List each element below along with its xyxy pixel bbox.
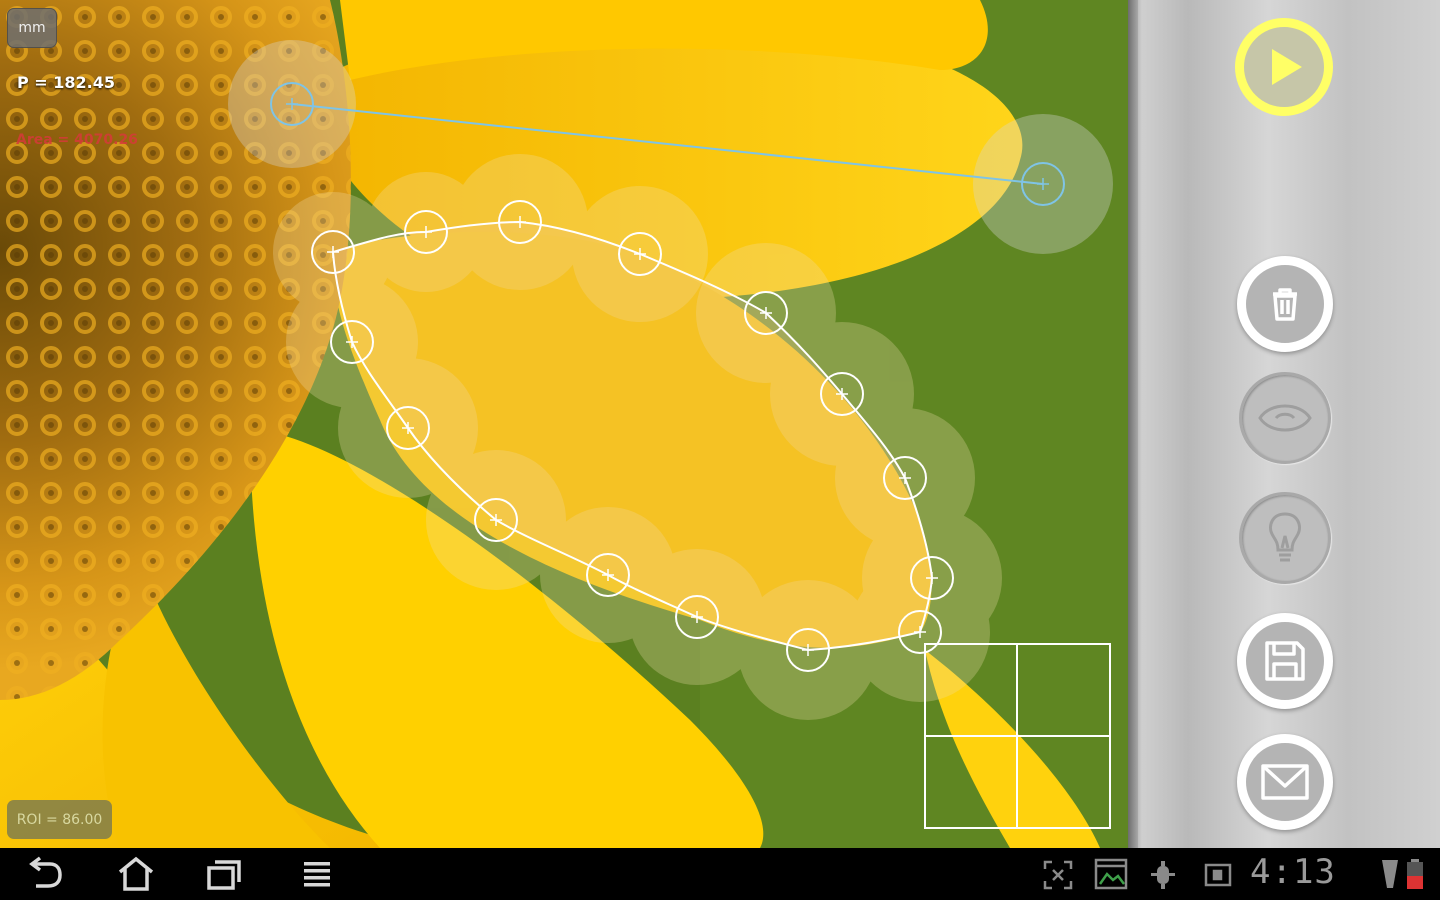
envelope-icon xyxy=(1261,764,1309,800)
reference-line-stroke xyxy=(291,103,1044,185)
save-button[interactable] xyxy=(1237,613,1333,709)
unit-label: mm xyxy=(18,20,46,36)
lightbulb-icon xyxy=(1269,512,1301,562)
sd-card-icon xyxy=(1204,863,1232,887)
floppy-disk-icon xyxy=(1265,641,1305,681)
unit-toggle-button[interactable]: mm xyxy=(7,8,57,48)
roi-outline xyxy=(331,220,934,652)
email-button[interactable] xyxy=(1237,734,1333,830)
bulb-button[interactable] xyxy=(1239,492,1331,584)
recent-apps-icon[interactable] xyxy=(204,856,244,892)
roi-button[interactable]: ROI = 86.00 xyxy=(7,800,112,839)
measurement-canvas[interactable]: mm P = 182.45 Area = 4070.26 ROI = 86.00 xyxy=(0,0,1128,848)
home-icon[interactable] xyxy=(116,856,156,892)
roi-label: ROI = 86.00 xyxy=(16,811,103,828)
area-readout: Area = 4070.26 xyxy=(16,132,138,148)
perimeter-readout: P = 182.45 xyxy=(17,73,116,92)
menu-icon[interactable] xyxy=(300,856,336,892)
eye-icon xyxy=(1258,404,1312,432)
measurement-overlay xyxy=(228,40,1113,829)
delete-button[interactable] xyxy=(1237,256,1333,352)
trash-icon xyxy=(1273,288,1297,321)
system-clock: 4:13 xyxy=(1250,852,1336,892)
battery-icon xyxy=(1407,859,1423,889)
tool-sidebar xyxy=(1128,0,1440,848)
play-icon xyxy=(1272,49,1302,85)
gallery-icon[interactable] xyxy=(1094,858,1128,890)
usb-debug-icon xyxy=(1151,861,1175,889)
screenshot-icon[interactable] xyxy=(1043,860,1073,890)
back-icon[interactable] xyxy=(24,856,64,892)
signal-icon xyxy=(1382,860,1398,888)
play-button[interactable] xyxy=(1235,18,1333,116)
eye-button[interactable] xyxy=(1239,372,1331,464)
